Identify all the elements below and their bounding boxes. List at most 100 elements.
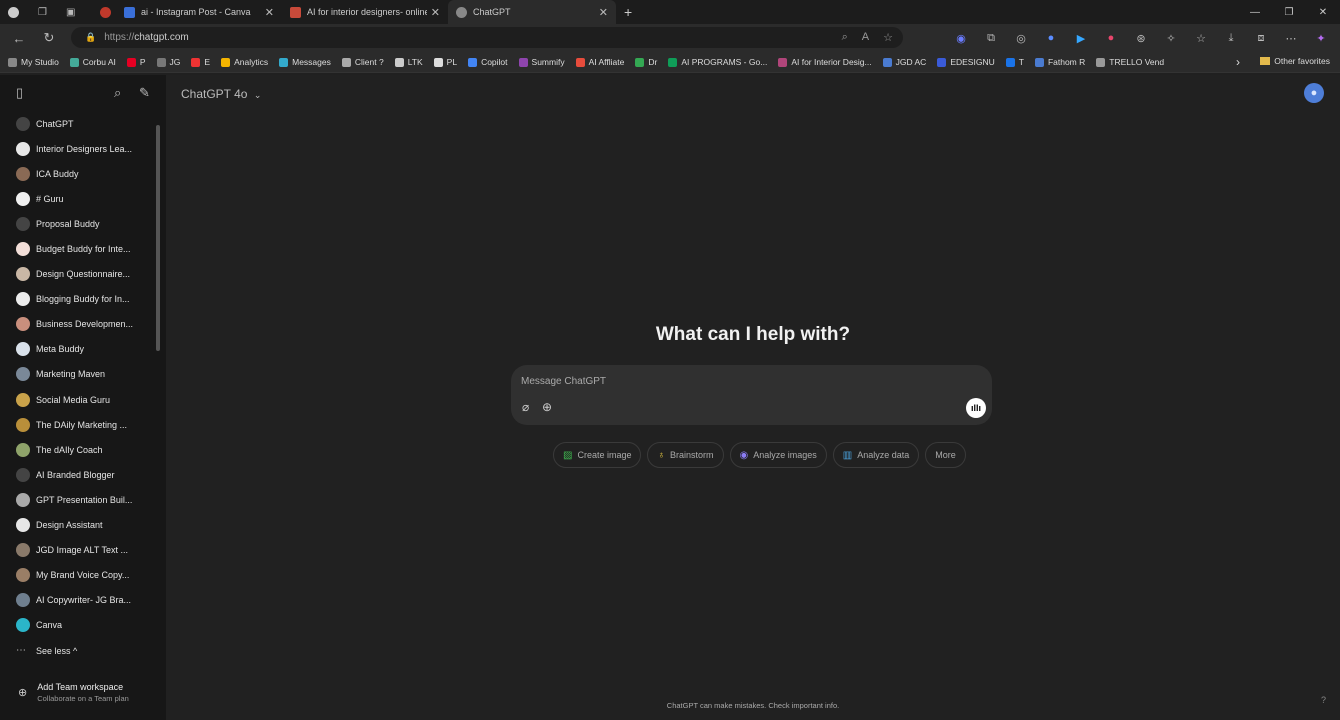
suggestion-chip[interactable]: ◉ Analyze images <box>729 442 827 468</box>
sidebar-item-label: My Brand Voice Copy... <box>36 570 130 581</box>
tab-pinned[interactable] <box>92 0 116 24</box>
minimize-icon[interactable]: — <box>1238 0 1272 24</box>
bookmark[interactable]: Analytics <box>221 57 268 67</box>
extension-icon[interactable]: ⧉ <box>980 27 1002 49</box>
other-favorites[interactable]: Other favorites <box>1260 56 1330 66</box>
extension-icon[interactable]: ◎ <box>1010 27 1032 49</box>
extension-icon[interactable]: ◉ <box>950 27 972 49</box>
avatar[interactable]: ● <box>1304 83 1324 103</box>
menu-icon[interactable]: ⋯ <box>1280 27 1302 49</box>
sidebar-item[interactable]: The dAIly Coach <box>0 437 155 462</box>
tab-actions-button[interactable]: ▣ <box>58 0 92 24</box>
suggestion-chip[interactable]: ▥ Analyze data <box>832 442 920 468</box>
bookmark[interactable]: LTK <box>394 57 423 67</box>
suggestion-chip[interactable]: ▨ Create image <box>553 442 642 468</box>
read-aloud-icon[interactable]: A <box>862 31 869 44</box>
sidebar-scrollbar[interactable] <box>156 125 160 351</box>
back-button[interactable]: ← <box>4 24 34 52</box>
sidebar-item[interactable]: JGD Image ALT Text ... <box>0 538 155 563</box>
add-team-workspace[interactable]: ⊕ Add Team workspace Collaborate on a Te… <box>0 674 166 720</box>
sidebar-item[interactable]: ICA Buddy <box>0 161 155 186</box>
globe-icon[interactable]: ⊕ <box>542 400 552 414</box>
window-close-icon[interactable]: ✕ <box>1306 0 1340 24</box>
bookmark[interactable]: Fathom R <box>1034 57 1085 67</box>
close-icon[interactable]: ✕ <box>431 6 440 19</box>
help-button[interactable]: ? <box>1321 695 1326 705</box>
favorites-icon[interactable]: ☆ <box>1190 27 1212 49</box>
sidebar-item[interactable]: Blogging Buddy for In... <box>0 287 155 312</box>
message-input[interactable] <box>521 373 941 389</box>
download-icon[interactable]: ⤓ <box>1220 27 1242 49</box>
extension-icon[interactable]: ⊛ <box>1130 27 1152 49</box>
sidebar-item[interactable]: Interior Designers Lea... <box>0 136 155 161</box>
sidebar-item[interactable]: AI Copywriter- JG Bra... <box>0 588 155 613</box>
new-tab-button[interactable]: + <box>616 0 640 24</box>
bookmarks-overflow-chevron[interactable]: › <box>1236 55 1240 69</box>
profile-tab[interactable] <box>0 0 30 24</box>
screenshot-icon[interactable]: ⧈ <box>1250 27 1272 49</box>
tab-canva[interactable]: ai - Instagram Post - Canva ✕ <box>116 0 282 24</box>
bookmark[interactable]: My Studio <box>8 57 59 67</box>
bookmark[interactable]: P <box>126 57 146 67</box>
bookmark[interactable]: EDESIGNU <box>937 57 995 67</box>
sidebar-item[interactable]: ⋯ See less ^ <box>0 638 155 663</box>
sidebar-item[interactable]: Budget Buddy for Inte... <box>0 236 155 261</box>
bookmark[interactable]: AI Affliate <box>575 57 624 67</box>
url-field[interactable]: 🔒 https:// chatgpt.com ⌕ A ☆ <box>71 27 903 48</box>
toggle-sidebar-icon[interactable]: ▯ <box>16 85 23 101</box>
extension-icon[interactable]: ● <box>1040 27 1062 49</box>
workspaces-button[interactable]: ❐ <box>30 0 58 24</box>
bookmark[interactable]: Corbu AI <box>69 57 116 67</box>
sidebar-item[interactable]: Marketing Maven <box>0 362 155 387</box>
bookmark[interactable]: AI PROGRAMS - Go... <box>668 57 767 67</box>
sidebar-item[interactable]: ChatGPT <box>0 111 155 136</box>
bookmark[interactable]: Dr <box>635 57 657 67</box>
bookmark[interactable]: Messages <box>279 57 331 67</box>
chip-label: Brainstorm <box>669 450 714 460</box>
gpt-avatar-icon <box>16 116 30 131</box>
voice-mode-button[interactable]: ıllı <box>966 398 986 418</box>
bookmark[interactable]: AI for Interior Desig... <box>778 57 872 67</box>
bookmark[interactable]: Summify <box>518 57 565 67</box>
bookmark[interactable]: T <box>1005 57 1024 67</box>
sidebar-item[interactable]: Design Questionnaire... <box>0 262 155 287</box>
extension-icon[interactable]: ▶ <box>1070 27 1092 49</box>
maximize-icon[interactable]: ❐ <box>1272 0 1306 24</box>
close-icon[interactable]: ✕ <box>265 6 274 19</box>
bookmark[interactable]: PL <box>433 57 457 67</box>
tab-chatgpt[interactable]: ChatGPT ✕ <box>448 0 616 24</box>
sidebar-item[interactable]: # Guru <box>0 186 155 211</box>
address-bar-row: ← ↻ 🔒 https:// chatgpt.com ⌕ A ☆ ◉ ⧉ ◎ ●… <box>0 24 1340 52</box>
sidebar-item[interactable]: Business Developmen... <box>0 312 155 337</box>
bookmark[interactable]: JGD AC <box>882 57 926 67</box>
sidebar-item-label: The dAIly Coach <box>36 444 103 455</box>
close-icon[interactable]: ✕ <box>599 6 608 19</box>
bookmark[interactable]: JG <box>156 57 180 67</box>
model-selector[interactable]: ChatGPT 4o ⌄ <box>181 87 261 101</box>
sidebar-item[interactable]: The DAily Marketing ... <box>0 412 155 437</box>
suggestion-chip[interactable]: ♁ Brainstorm <box>647 442 724 468</box>
zoom-icon[interactable]: ⌕ <box>842 31 848 44</box>
sidebar-item[interactable]: AI Branded Blogger <box>0 462 155 487</box>
sidebar-item[interactable]: Canva <box>0 613 155 638</box>
puzzle-icon[interactable]: ✧ <box>1160 27 1182 49</box>
reload-button[interactable]: ↻ <box>34 24 64 52</box>
sidebar-item[interactable]: GPT Presentation Buil... <box>0 487 155 512</box>
copilot-icon[interactable]: ✦ <box>1310 27 1332 49</box>
bookmark[interactable]: TRELLO Vend <box>1096 57 1164 67</box>
sidebar-item[interactable]: Proposal Buddy <box>0 211 155 236</box>
new-chat-icon[interactable]: ✎ <box>139 85 150 101</box>
search-icon[interactable]: ⌕ <box>114 85 121 101</box>
extension-icon[interactable]: ● <box>1100 27 1122 49</box>
bookmark[interactable]: Copilot <box>468 57 508 67</box>
sidebar-item[interactable]: Design Assistant <box>0 513 155 538</box>
suggestion-chip[interactable]: More <box>925 442 966 468</box>
star-icon[interactable]: ☆ <box>883 31 893 44</box>
sidebar-item[interactable]: My Brand Voice Copy... <box>0 563 155 588</box>
sidebar-item[interactable]: Social Media Guru <box>0 387 155 412</box>
bookmark[interactable]: Client ? <box>341 57 384 67</box>
tab-ai-designers[interactable]: AI for interior designers- online e ✕ <box>282 0 448 24</box>
attach-icon[interactable]: ⌀ <box>522 400 529 414</box>
bookmark[interactable]: E <box>191 57 210 67</box>
sidebar-item[interactable]: Meta Buddy <box>0 337 155 362</box>
